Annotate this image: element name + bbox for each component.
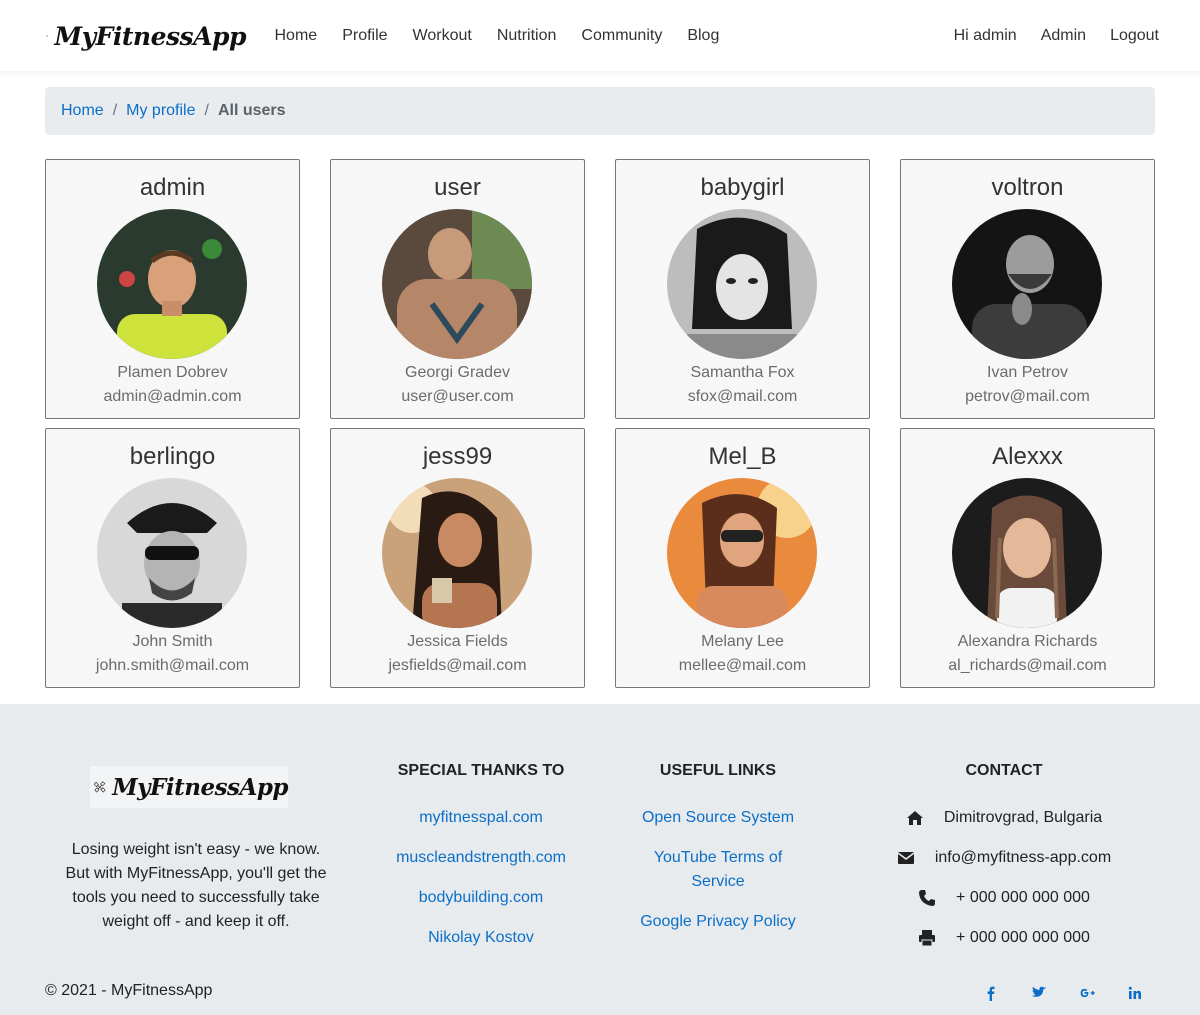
contact-email: info@myfitness-app.com — [894, 846, 1114, 870]
user-card[interactable]: admin Plamen Dobrev admin@admin.com — [45, 159, 300, 419]
user-email: mellee@mail.com — [678, 657, 807, 674]
nav-greeting[interactable]: Hi admin — [954, 27, 1017, 45]
footer-thanks-link[interactable]: muscleandstrength.com — [381, 846, 581, 870]
user-email: user@user.com — [401, 388, 514, 405]
footer-useful-link[interactable]: Google Privacy Policy — [628, 910, 808, 934]
footer-logo[interactable]: MyFitnessApp — [90, 766, 288, 808]
nav-profile[interactable]: Profile — [330, 27, 400, 45]
linkedin-icon[interactable] — [1125, 983, 1145, 1003]
contact-fax-text: + 000 000 000 000 — [956, 929, 1090, 946]
phone-icon — [919, 890, 936, 906]
navbar: MyFitnessApp Home Profile Workout Nutrit… — [0, 0, 1200, 71]
user-full-name: John Smith — [132, 633, 213, 650]
contact-phone: + 000 000 000 000 — [894, 886, 1114, 910]
nav-blog[interactable]: Blog — [675, 27, 732, 45]
avatar — [952, 209, 1102, 359]
user-username: voltron — [991, 174, 1064, 201]
breadcrumb-separator: / — [112, 102, 118, 119]
breadcrumb: Home / My profile / All users — [45, 87, 1155, 135]
footer-thanks-link[interactable]: bodybuilding.com — [381, 886, 581, 910]
user-username: Mel_B — [708, 443, 777, 470]
user-card[interactable]: voltron Ivan Petrov petrov@mail.com — [900, 159, 1155, 419]
footer-useful-links: USEFUL LINKS Open Source System YouTube … — [628, 760, 808, 934]
contact-fax: + 000 000 000 000 — [894, 926, 1114, 950]
user-email: al_richards@mail.com — [948, 657, 1107, 674]
nav-community[interactable]: Community — [569, 27, 675, 45]
breadcrumb-home[interactable]: Home — [61, 102, 104, 120]
nav-home[interactable]: Home — [262, 27, 330, 45]
brand-logo[interactable]: MyFitnessApp — [46, 13, 246, 59]
footer-useful-link[interactable]: YouTube Terms of Service — [628, 846, 808, 894]
home-icon — [906, 811, 923, 825]
user-username: berlingo — [129, 443, 216, 470]
nav-admin[interactable]: Admin — [1017, 27, 1086, 45]
footer-brand-name: MyFitnessApp — [112, 773, 288, 801]
avatar — [97, 478, 247, 628]
user-full-name: Plamen Dobrev — [117, 364, 228, 381]
user-username: babygirl — [700, 174, 785, 201]
user-full-name: Jessica Fields — [407, 633, 508, 650]
user-card[interactable]: Mel_B Melany Lee mellee@mail.com — [615, 428, 870, 688]
contact-email-text: info@myfitness-app.com — [934, 849, 1112, 866]
footer-thanks-link[interactable]: Nikolay Kostov — [381, 926, 581, 950]
user-email: admin@admin.com — [103, 388, 242, 405]
user-nav: Hi admin Admin Logout — [954, 0, 1159, 71]
footer-thanks-link[interactable]: myfitnesspal.com — [381, 806, 581, 830]
breadcrumb-profile[interactable]: My profile — [126, 102, 195, 120]
user-email: petrov@mail.com — [965, 388, 1090, 405]
facebook-icon[interactable] — [981, 983, 1001, 1003]
user-full-name: Melany Lee — [701, 633, 784, 650]
brand-name: MyFitnessApp — [54, 21, 246, 51]
avatar — [97, 209, 247, 359]
user-username: user — [434, 174, 481, 201]
nav-logout[interactable]: Logout — [1086, 27, 1159, 45]
copyright: © 2021 - MyFitnessApp — [45, 982, 213, 999]
footer-thanks-heading: SPECIAL THANKS TO — [397, 762, 565, 779]
nav-nutrition[interactable]: Nutrition — [484, 27, 569, 45]
user-email: sfox@mail.com — [687, 388, 798, 405]
contact-address-text: Dimitrovgrad, Bulgaria — [943, 809, 1103, 826]
contact-address: Dimitrovgrad, Bulgaria — [894, 806, 1114, 830]
footer-useful-link[interactable]: Open Source System — [628, 806, 808, 830]
avatar — [667, 209, 817, 359]
avatar — [667, 478, 817, 628]
footer-contact-heading: CONTACT — [965, 762, 1043, 779]
avatar — [382, 478, 532, 628]
footer-links-heading: USEFUL LINKS — [659, 762, 777, 779]
footer-thanks: SPECIAL THANKS TO myfitnesspal.com muscl… — [381, 760, 581, 950]
contact-phone-text: + 000 000 000 000 — [956, 889, 1090, 906]
user-username: admin — [139, 174, 206, 201]
avatar — [952, 478, 1102, 628]
user-card[interactable]: babygirl Samantha Fox sfox@mail.com — [615, 159, 870, 419]
envelope-icon — [897, 852, 915, 864]
footer-contact: CONTACT Dimitrovgrad, Bulgaria info@myfi… — [894, 760, 1114, 950]
social-links — [953, 983, 1145, 1003]
dumbbell-icon — [94, 781, 106, 793]
user-username: Alexxx — [992, 443, 1063, 470]
breadcrumb-current: All users — [217, 102, 286, 119]
breadcrumb-separator: / — [204, 102, 209, 119]
google-plus-icon[interactable] — [1077, 983, 1097, 1003]
user-full-name: Georgi Gradev — [405, 364, 510, 381]
user-card[interactable]: user Georgi Gradev user@user.com — [330, 159, 585, 419]
user-full-name: Samantha Fox — [690, 364, 795, 381]
user-card[interactable]: Alexxx Alexandra Richards al_richards@ma… — [900, 428, 1155, 688]
user-email: jesfields@mail.com — [388, 657, 527, 674]
nav-workout[interactable]: Workout — [400, 27, 484, 45]
user-card[interactable]: jess99 Jessica Fields jesfields@mail.com — [330, 428, 585, 688]
user-card[interactable]: berlingo John Smith john.smith@mail.com — [45, 428, 300, 688]
footer: MyFitnessApp Losing weight isn't easy - … — [0, 704, 1200, 1015]
twitter-icon[interactable] — [1029, 983, 1049, 1003]
dumbbell-icon — [46, 34, 49, 38]
user-full-name: Ivan Petrov — [987, 364, 1068, 381]
footer-description: Losing weight isn't easy - we know. But … — [65, 841, 327, 930]
main-nav: Home Profile Workout Nutrition Community… — [262, 0, 732, 71]
user-full-name: Alexandra Richards — [957, 633, 1098, 650]
user-email: john.smith@mail.com — [95, 657, 250, 674]
user-username: jess99 — [422, 443, 493, 470]
avatar — [382, 209, 532, 359]
print-icon — [919, 930, 936, 947]
